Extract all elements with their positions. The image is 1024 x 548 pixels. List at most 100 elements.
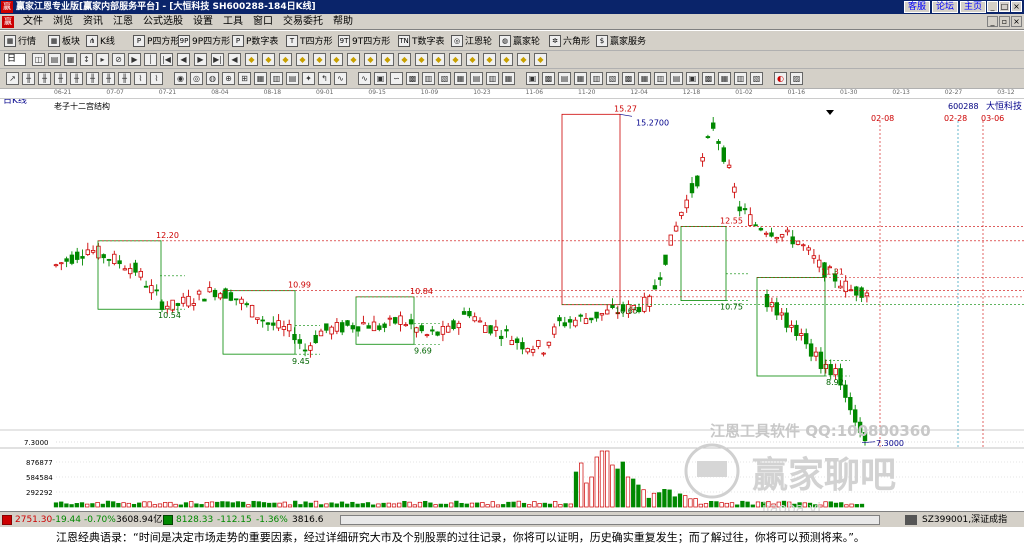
9t-square-button[interactable]: 9T 9T四方形 <box>338 33 390 48</box>
winner-wheel-button[interactable]: ◍ 赢家轮 <box>499 33 540 48</box>
menu-item-7[interactable]: 窗口 <box>248 14 278 30</box>
analysis-tool-icon-46[interactable]: ◐ <box>774 72 787 85</box>
draw-tool-icon-29[interactable]: ◆ <box>517 53 530 66</box>
period-select[interactable]: 日 <box>4 53 26 66</box>
analysis-tool-icon-1[interactable]: ╫ <box>22 72 35 85</box>
analysis-tool-icon-43[interactable]: ▦ <box>718 72 731 85</box>
draw-tool-icon-2[interactable]: ▦ <box>64 53 77 66</box>
analysis-tool-icon-37[interactable]: ▩ <box>622 72 635 85</box>
draw-tool-icon-5[interactable]: ⊘ <box>112 53 125 66</box>
minimize-icon[interactable]: _ <box>987 1 998 12</box>
menu-item-3[interactable]: 江恩 <box>108 14 138 30</box>
analysis-tool-icon-41[interactable]: ▣ <box>686 72 699 85</box>
analysis-tool-icon-0[interactable]: ↗ <box>6 72 19 85</box>
draw-tool-icon-27[interactable]: ◆ <box>483 53 496 66</box>
analysis-tool-icon-11[interactable]: ◎ <box>190 72 203 85</box>
analysis-tool-icon-6[interactable]: ╫ <box>102 72 115 85</box>
analysis-tool-icon-23[interactable]: ∽ <box>390 72 403 85</box>
maximize-icon[interactable]: □ <box>999 1 1010 12</box>
draw-tool-icon-20[interactable]: ◆ <box>364 53 377 66</box>
draw-tool-icon-0[interactable]: ◫ <box>32 53 45 66</box>
draw-tool-icon-13[interactable]: ◆ <box>245 53 258 66</box>
analysis-tool-icon-5[interactable]: ╫ <box>86 72 99 85</box>
status-scrollbar[interactable] <box>340 515 880 525</box>
menu-item-9[interactable]: 帮助 <box>328 14 358 30</box>
analysis-tool-icon-2[interactable]: ╫ <box>38 72 51 85</box>
menu-item-5[interactable]: 设置 <box>188 14 218 30</box>
analysis-tool-icon-3[interactable]: ╫ <box>54 72 67 85</box>
analysis-tool-icon-25[interactable]: ▥ <box>422 72 435 85</box>
homepage-link[interactable]: 主页 <box>959 1 986 13</box>
analysis-tool-icon-38[interactable]: ▦ <box>638 72 651 85</box>
analysis-tool-icon-36[interactable]: ▧ <box>606 72 619 85</box>
menu-item-4[interactable]: 公式选股 <box>138 14 188 30</box>
draw-tool-icon-12[interactable]: ◀ <box>228 53 241 66</box>
analysis-tool-icon-17[interactable]: ▤ <box>286 72 299 85</box>
analysis-tool-icon-30[interactable]: ▦ <box>502 72 515 85</box>
draw-tool-icon-7[interactable]: │ <box>144 53 157 66</box>
9p-square-button[interactable]: 9P 9P四方形 <box>178 33 230 48</box>
draw-tool-icon-14[interactable]: ◆ <box>262 53 275 66</box>
analysis-tool-icon-34[interactable]: ▦ <box>574 72 587 85</box>
analysis-tool-icon-16[interactable]: ▥ <box>270 72 283 85</box>
draw-tool-icon-16[interactable]: ◆ <box>296 53 309 66</box>
mdi-minimize-icon[interactable]: _ <box>987 16 998 27</box>
draw-tool-icon-6[interactable]: ▶ <box>128 53 141 66</box>
analysis-tool-icon-21[interactable]: ∿ <box>358 72 371 85</box>
analysis-tool-icon-44[interactable]: ▥ <box>734 72 747 85</box>
gann-wheel-button[interactable]: ◎ 江恩轮 <box>451 33 492 48</box>
analysis-tool-icon-31[interactable]: ▣ <box>526 72 539 85</box>
menu-item-2[interactable]: 资讯 <box>78 14 108 30</box>
draw-tool-icon-17[interactable]: ◆ <box>313 53 326 66</box>
analysis-tool-icon-9[interactable]: ⌇ <box>150 72 163 85</box>
menu-item-8[interactable]: 交易委托 <box>278 14 328 30</box>
analysis-tool-icon-10[interactable]: ◉ <box>174 72 187 85</box>
hexagon-button[interactable]: ✲ 六角形 <box>549 33 590 48</box>
analysis-tool-icon-35[interactable]: ▥ <box>590 72 603 85</box>
kline-button[interactable]: ⋔ K线 <box>86 33 115 48</box>
analysis-tool-icon-14[interactable]: ⊞ <box>238 72 251 85</box>
analysis-tool-icon-7[interactable]: ╫ <box>118 72 131 85</box>
analysis-tool-icon-13[interactable]: ⊕ <box>222 72 235 85</box>
sector-button[interactable]: ▦ 板块 <box>48 33 80 48</box>
draw-tool-icon-10[interactable]: ▶ <box>194 53 207 66</box>
draw-tool-icon-23[interactable]: ◆ <box>415 53 428 66</box>
draw-tool-icon-11[interactable]: ▶| <box>211 53 224 66</box>
draw-tool-icon-18[interactable]: ◆ <box>330 53 343 66</box>
mdi-close-icon[interactable]: × <box>1011 16 1022 27</box>
draw-tool-icon-15[interactable]: ◆ <box>279 53 292 66</box>
analysis-tool-icon-19[interactable]: ↰ <box>318 72 331 85</box>
draw-tool-icon-24[interactable]: ◆ <box>432 53 445 66</box>
analysis-tool-icon-12[interactable]: ◍ <box>206 72 219 85</box>
draw-tool-icon-26[interactable]: ◆ <box>466 53 479 66</box>
analysis-tool-icon-32[interactable]: ▩ <box>542 72 555 85</box>
draw-tool-icon-28[interactable]: ◆ <box>500 53 513 66</box>
draw-tool-icon-9[interactable]: ◀ <box>177 53 190 66</box>
t-digit-button[interactable]: TN T数字表 <box>398 33 445 48</box>
analysis-tool-icon-15[interactable]: ▦ <box>254 72 267 85</box>
menu-item-6[interactable]: 工具 <box>218 14 248 30</box>
analysis-tool-icon-8[interactable]: ⌇ <box>134 72 147 85</box>
analysis-tool-icon-40[interactable]: ▤ <box>670 72 683 85</box>
analysis-tool-icon-22[interactable]: ▣ <box>374 72 387 85</box>
draw-tool-icon-3[interactable]: ↕ <box>80 53 93 66</box>
analysis-tool-icon-29[interactable]: ▥ <box>486 72 499 85</box>
forum-link[interactable]: 论坛 <box>931 1 958 13</box>
analysis-tool-icon-47[interactable]: ▨ <box>790 72 803 85</box>
app-menu-icon[interactable]: 赢 <box>2 16 14 28</box>
draw-tool-icon-4[interactable]: ▸ <box>96 53 109 66</box>
draw-tool-icon-8[interactable]: |◀ <box>160 53 173 66</box>
kline-chart[interactable]: 日K线 老子十二宫结构 600288 大恒科技 15.27 15.2700 12.20 12.… <box>0 99 1024 511</box>
t-square-button[interactable]: T T四方形 <box>286 33 333 48</box>
p-digit-button[interactable]: P P数字表 <box>232 33 278 48</box>
p-square-button[interactable]: P P四方形 <box>133 33 179 48</box>
quotes-button[interactable]: ▦ 行情 <box>4 33 36 48</box>
analysis-tool-icon-28[interactable]: ▤ <box>470 72 483 85</box>
draw-tool-icon-19[interactable]: ◆ <box>347 53 360 66</box>
analysis-tool-icon-33[interactable]: ▤ <box>558 72 571 85</box>
analysis-tool-icon-45[interactable]: ▧ <box>750 72 763 85</box>
winner-service-button[interactable]: $ 赢家服务 <box>596 33 646 48</box>
draw-tool-icon-22[interactable]: ◆ <box>398 53 411 66</box>
mdi-restore-icon[interactable]: ▫ <box>999 16 1010 27</box>
analysis-tool-icon-39[interactable]: ▥ <box>654 72 667 85</box>
